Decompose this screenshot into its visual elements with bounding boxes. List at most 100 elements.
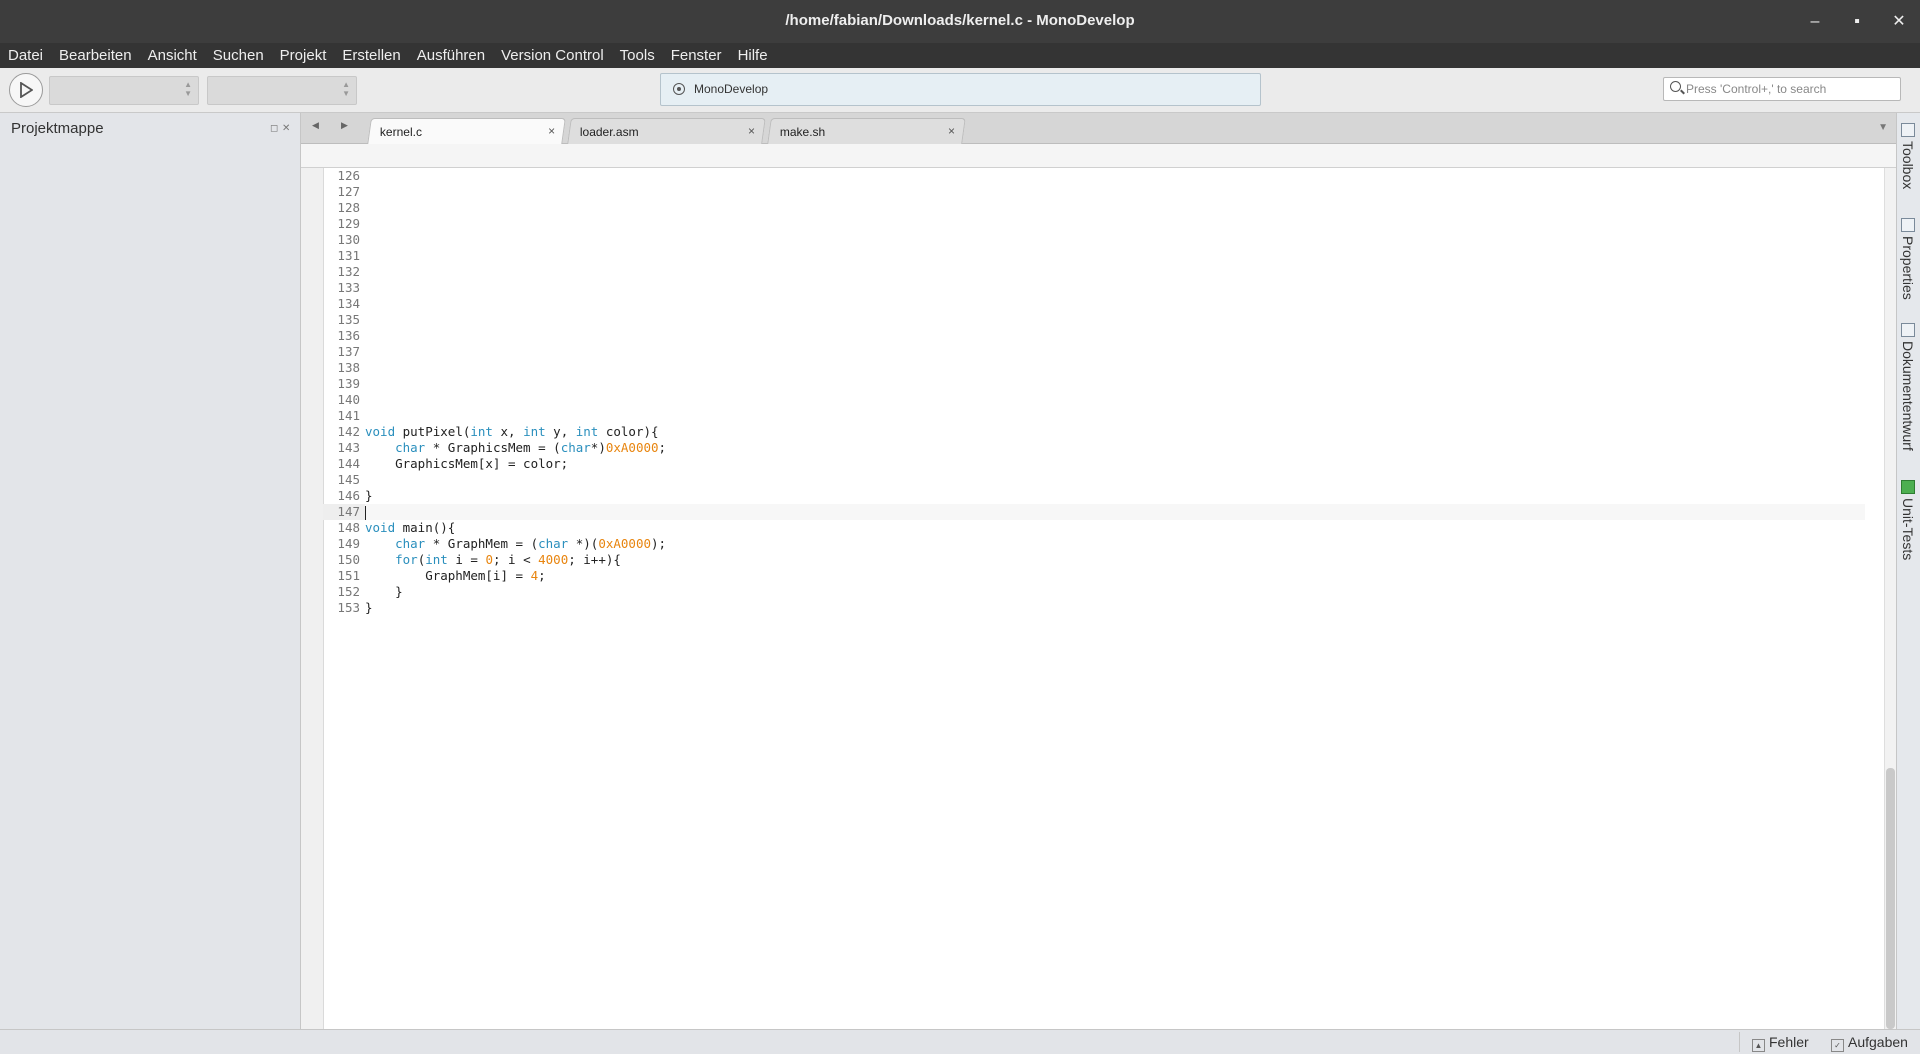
window-title: /home/fabian/Downloads/kernel.c - MonoDe… — [785, 12, 1135, 29]
code-line[interactable] — [365, 360, 1865, 376]
code-line[interactable]: GraphicsMem[x] = color; — [365, 456, 1865, 472]
menu-bar: Datei Bearbeiten Ansicht Suchen Projekt … — [0, 43, 1920, 68]
status-separator — [1739, 1032, 1740, 1052]
tasks-label: Aufgaben — [1848, 1034, 1908, 1050]
code-line[interactable]: void main(){ — [365, 520, 1865, 536]
scrollbar-thumb[interactable] — [1886, 768, 1895, 1029]
tab-close-icon[interactable]: × — [948, 124, 955, 138]
code-line[interactable] — [365, 168, 1865, 184]
search-input[interactable] — [1686, 80, 1894, 97]
status-area: MonoDevelop — [660, 73, 1261, 106]
search-icon — [1670, 81, 1681, 92]
global-search[interactable] — [1663, 77, 1901, 101]
code-line[interactable] — [365, 392, 1865, 408]
code-line[interactable] — [365, 296, 1865, 312]
code-line[interactable] — [365, 216, 1865, 232]
pad-document-outline[interactable]: Dokumententwurf — [1900, 323, 1916, 451]
code-line[interactable] — [365, 184, 1865, 200]
window-titlebar: /home/fabian/Downloads/kernel.c - MonoDe… — [0, 0, 1920, 43]
properties-icon — [1901, 218, 1915, 232]
status-bar: ▲ Fehler ✓ Aufgaben — [0, 1029, 1920, 1054]
status-text: MonoDevelop — [694, 82, 769, 96]
dock-pad-icon[interactable]: ◻ — [270, 123, 278, 134]
menu-suchen[interactable]: Suchen — [205, 47, 272, 64]
menu-erstellen[interactable]: Erstellen — [334, 47, 408, 64]
tab-label: make.sh — [779, 125, 826, 139]
solution-pad: Projektmappe ◻ ✕ — [0, 113, 301, 1029]
code-line[interactable]: } — [365, 584, 1865, 600]
menu-fenster[interactable]: Fenster — [663, 47, 730, 64]
menu-ansicht[interactable]: Ansicht — [140, 47, 205, 64]
code-line[interactable]: char * GraphMem = (char *)(0xA0000); — [365, 536, 1865, 552]
tab-close-icon[interactable]: × — [548, 124, 555, 138]
document-tabs: ◀ ▶ kernel.c × loader.asm × make.sh × ▼ — [301, 113, 1896, 145]
code-line[interactable]: } — [365, 488, 1865, 504]
code-line[interactable] — [365, 248, 1865, 264]
tab-list-dropdown-icon[interactable]: ▼ — [1878, 122, 1888, 133]
code-line[interactable]: } — [365, 600, 1865, 616]
code-line[interactable]: void putPixel(int x, int y, int color){ — [365, 424, 1865, 440]
tab-close-icon[interactable]: × — [748, 124, 755, 138]
configuration-selector[interactable]: ▲ ▼ — [49, 76, 199, 105]
pad-label: Dokumententwurf — [1900, 341, 1916, 451]
tab-make-sh[interactable]: make.sh × — [767, 118, 966, 144]
code-line[interactable] — [365, 344, 1865, 360]
code-line[interactable] — [365, 264, 1865, 280]
pad-properties[interactable]: Properties — [1900, 218, 1916, 300]
tab-kernel-c[interactable]: kernel.c × — [367, 118, 566, 145]
vertical-scrollbar[interactable] — [1884, 168, 1896, 1029]
run-button[interactable] — [9, 73, 43, 107]
play-icon — [20, 82, 33, 98]
code-line[interactable] — [365, 280, 1865, 296]
tab-back-arrow-icon[interactable]: ◀ — [312, 120, 319, 131]
unit-tests-icon — [1901, 480, 1915, 494]
menu-tools[interactable]: Tools — [612, 47, 663, 64]
menu-bearbeiten[interactable]: Bearbeiten — [51, 47, 140, 64]
solution-pad-title: Projektmappe — [11, 120, 104, 137]
close-pad-icon[interactable]: ✕ — [282, 123, 290, 134]
menu-datei[interactable]: Datei — [0, 47, 51, 64]
document-outline-icon — [1901, 323, 1915, 337]
tab-forward-arrow-icon[interactable]: ▶ — [341, 120, 348, 131]
maximize-button[interactable]: ▪ — [1845, 10, 1869, 34]
menu-projekt[interactable]: Projekt — [272, 47, 335, 64]
code-line[interactable] — [365, 504, 1865, 520]
code-line[interactable] — [365, 328, 1865, 344]
code-line[interactable] — [365, 472, 1865, 488]
spin-arrows-icon: ▲ ▼ — [184, 80, 192, 98]
menu-version-control[interactable]: Version Control — [493, 47, 612, 64]
checkbox-icon: ✓ — [1831, 1039, 1844, 1052]
text-cursor — [365, 505, 366, 520]
pad-label: Unit-Tests — [1900, 498, 1916, 561]
tab-label: loader.asm — [579, 125, 639, 139]
code-line[interactable]: for(int i = 0; i < 4000; i++){ — [365, 552, 1865, 568]
close-window-button[interactable]: ✕ — [1887, 10, 1911, 34]
pad-label: Properties — [1900, 236, 1916, 300]
pad-label: Toolbox — [1900, 141, 1916, 190]
runtime-selector[interactable]: ▲ ▼ — [207, 76, 357, 105]
code-line[interactable] — [365, 200, 1865, 216]
breadcrumb-bar — [301, 144, 1896, 168]
code-line[interactable]: GraphMem[i] = 4; — [365, 568, 1865, 584]
spin-arrows-icon: ▲ ▼ — [342, 80, 350, 98]
status-icon — [673, 83, 685, 95]
code-line[interactable] — [365, 312, 1865, 328]
code-line[interactable] — [365, 232, 1865, 248]
pad-unit-tests[interactable]: Unit-Tests — [1900, 480, 1916, 560]
menu-ausfuehren[interactable]: Ausführen — [409, 47, 493, 64]
code-line[interactable] — [365, 408, 1865, 424]
code-line[interactable] — [365, 376, 1865, 392]
errors-pad-button[interactable]: ▲ Fehler — [1752, 1034, 1809, 1052]
editor-gutter — [301, 168, 324, 1029]
code-line[interactable]: char * GraphicsMem = (char*)0xA0000; — [365, 440, 1865, 456]
errors-label: Fehler — [1769, 1034, 1809, 1050]
menu-hilfe[interactable]: Hilfe — [730, 47, 776, 64]
code-editor[interactable]: 126 127 128 129 130 131 132 133 134 135 136 137 138 1… — [301, 168, 1896, 1029]
minimize-button[interactable]: – — [1803, 10, 1827, 34]
tab-label: kernel.c — [379, 125, 422, 139]
warning-icon: ▲ — [1752, 1039, 1765, 1052]
code-text[interactable]: void putPixel(int x, int y, int color){ … — [365, 168, 1865, 616]
tab-loader-asm[interactable]: loader.asm × — [567, 118, 766, 144]
tasks-pad-button[interactable]: ✓ Aufgaben — [1831, 1034, 1908, 1052]
pad-toolbox[interactable]: Toolbox — [1900, 123, 1916, 189]
